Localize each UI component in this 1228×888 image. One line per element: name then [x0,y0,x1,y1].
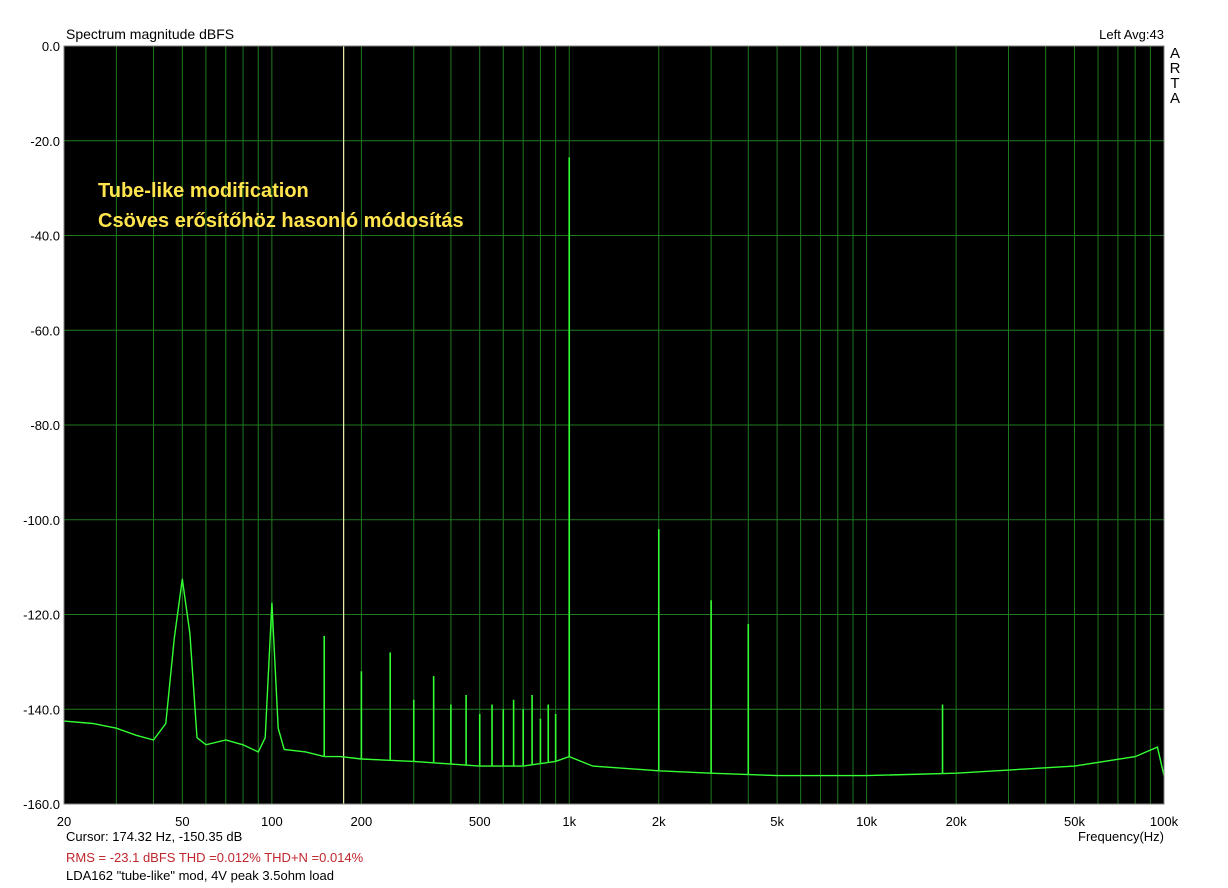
y-tick-label: -120.0 [23,608,60,623]
x-tick-label: 100 [261,814,283,829]
y-tick-label: -100.0 [23,513,60,528]
chart-annotation: Csöves erősítőhöz hasonló módosítás [98,210,464,232]
chart-annotation: Tube-like modification [98,180,309,202]
x-tick-label: 1k [562,814,576,829]
x-tick-label: 10k [856,814,877,829]
x-tick-label: 50 [175,814,189,829]
x-tick-label: 500 [469,814,491,829]
x-tick-label: 2k [652,814,666,829]
cursor-readout: Cursor: 174.32 Hz, -150.35 dB [66,829,243,844]
x-tick-label: 20k [946,814,967,829]
x-tick-label: 200 [351,814,373,829]
y-tick-label: -140.0 [23,702,60,717]
x-tick-label: 20 [57,814,71,829]
spectrum-plot[interactable]: 0.0 -20.0 -40.0 -60.0 -80.0 -100.0 -120.0 -140.… [0,0,1228,888]
y-tick-label: -60.0 [30,323,60,338]
metrics-readout: RMS = -23.1 dBFS THD =0.012% THD+N =0.01… [66,850,364,865]
x-tick-label: 50k [1064,814,1085,829]
y-tick-label: 0.0 [42,39,60,54]
y-tick-label: -20.0 [30,134,60,149]
measurement-caption: LDA162 "tube-like" mod, 4V peak 3.5ohm l… [66,868,334,883]
y-tick-label: -80.0 [30,418,60,433]
x-axis-label: Frequency(Hz) [1078,829,1164,844]
arta-spectrum-window: Spectrum magnitude dBFS Left Avg:43 A R … [0,0,1228,888]
x-tick-label: 5k [770,814,784,829]
x-tick-label: 100k [1150,814,1179,829]
y-tick-label: -160.0 [23,797,60,812]
y-tick-label: -40.0 [30,229,60,244]
